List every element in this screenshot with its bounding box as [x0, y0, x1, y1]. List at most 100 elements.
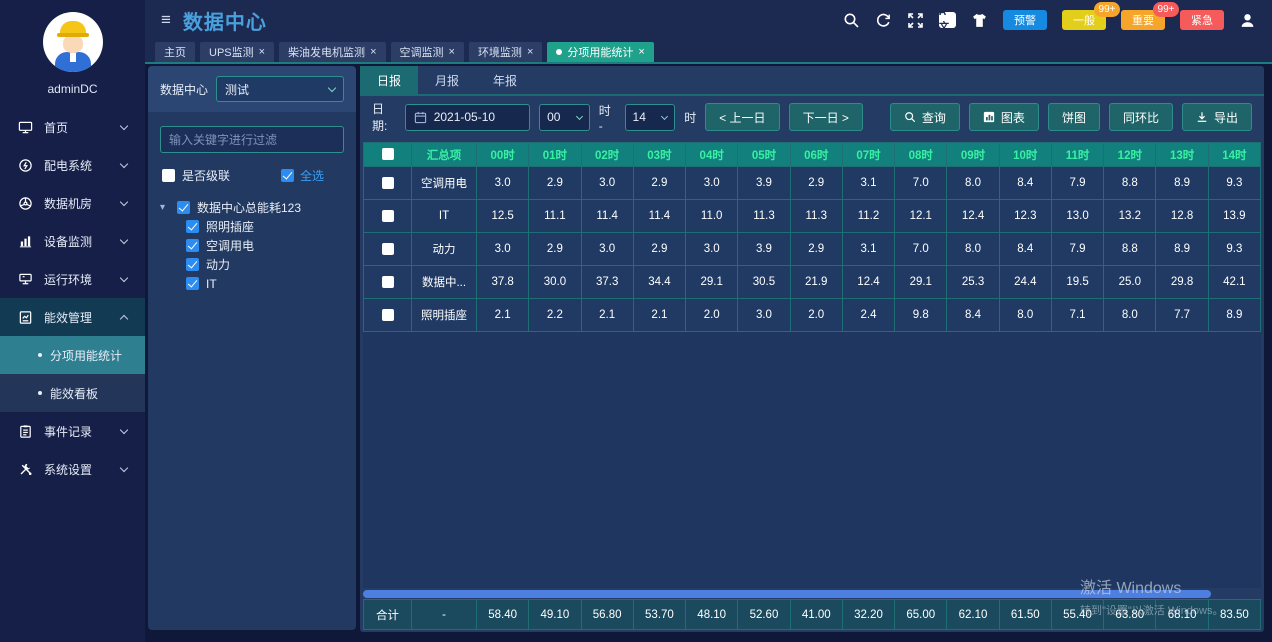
row-checkbox[interactable] [382, 177, 394, 189]
horizontal-scrollbar[interactable] [363, 590, 1211, 598]
refresh-icon[interactable] [875, 12, 892, 29]
close-icon[interactable]: × [370, 46, 376, 58]
hour-to-select[interactable]: 14 [625, 104, 676, 131]
query-button[interactable]: 查询 [890, 103, 960, 131]
select-all-label[interactable]: 全选 [300, 167, 324, 184]
sidebar-item-energy-management[interactable]: 能效管理 [0, 298, 145, 336]
tree-checkbox[interactable] [186, 258, 199, 271]
total-value-cell: 65.00 [895, 600, 947, 630]
value-cell: 19.5 [1051, 266, 1103, 299]
total-value-cell: 61.50 [999, 600, 1051, 630]
tree-node-dynamics[interactable]: 动力 [160, 255, 356, 274]
energy-tree: ▾ 数据中心总能耗123 照明插座 空调用电 动力 IT [160, 198, 356, 293]
tree-node-lighting[interactable]: 照明插座 [160, 217, 356, 236]
value-cell: 29.1 [686, 266, 738, 299]
alert-button-important[interactable]: 重要 99+ [1121, 10, 1165, 30]
sidebar-item-event-log[interactable]: 事件记录 [0, 412, 145, 450]
row-checkbox[interactable] [382, 276, 394, 288]
prev-day-button[interactable]: < 上一日 [705, 103, 779, 131]
caret-down-icon[interactable]: ▾ [160, 202, 170, 213]
alert-button-urgent[interactable]: 紧急 [1180, 10, 1224, 30]
sidebar-item-data-room[interactable]: 数据机房 [0, 184, 145, 222]
search-icon[interactable] [843, 12, 860, 29]
tab-env-monitor[interactable]: 环境监测× [469, 42, 542, 62]
value-cell: 8.9 [1156, 167, 1208, 200]
tab-yearly-report[interactable]: 年报 [476, 66, 534, 94]
value-cell: 2.0 [790, 299, 842, 332]
value-cell: 12.5 [477, 200, 529, 233]
value-cell: 3.0 [477, 167, 529, 200]
select-all-rows-checkbox[interactable] [382, 148, 394, 160]
theme-shirt-icon[interactable] [971, 12, 988, 29]
chart-button[interactable]: 图表 [969, 103, 1039, 131]
next-day-button[interactable]: 下一日 > [789, 103, 863, 131]
alert-button-general[interactable]: 一般 99+ [1062, 10, 1106, 30]
value-cell: 42.1 [1208, 266, 1260, 299]
alert-button-warning[interactable]: 预警 [1003, 10, 1047, 30]
value-cell: 8.0 [999, 299, 1051, 332]
totals-table: 合计-58.4049.1056.8053.7048.1052.6041.0032… [363, 599, 1261, 630]
value-cell: 7.9 [1051, 167, 1103, 200]
value-cell: 8.4 [947, 299, 999, 332]
active-dot-icon [556, 49, 562, 55]
keyword-filter-input[interactable] [160, 126, 344, 153]
row-checkbox[interactable] [382, 243, 394, 255]
chevron-down-icon [120, 160, 128, 168]
user-avatar[interactable] [43, 12, 103, 72]
tab-monthly-report[interactable]: 月报 [418, 66, 476, 94]
tree-checkbox[interactable] [186, 239, 199, 252]
tab-energy-stats[interactable]: 分项用能统计× [547, 42, 653, 62]
tab-diesel-monitor[interactable]: 柴油发电机监测× [279, 42, 385, 62]
column-header-hour: 05时 [738, 143, 790, 167]
language-icon[interactable]: A文 [939, 12, 956, 28]
tab-daily-report[interactable]: 日报 [360, 66, 418, 94]
hamburger-menu-icon[interactable]: ≡ [161, 10, 171, 30]
report-tab-bar: 日报 月报 年报 [360, 66, 1264, 96]
row-checkbox[interactable] [382, 309, 394, 321]
pie-chart-button[interactable]: 饼图 [1048, 103, 1100, 131]
sidebar-subitem-energy-board[interactable]: 能效看板 [0, 374, 145, 412]
value-cell: 7.9 [1051, 233, 1103, 266]
close-icon[interactable]: × [638, 46, 644, 58]
sidebar: adminDC 首页 配电系统 数据机房 设备监测 运行环境 能效管理 分项用能… [0, 0, 145, 642]
badge-count: 99+ [1153, 2, 1179, 17]
total-value-cell: 62.10 [947, 600, 999, 630]
fullscreen-icon[interactable] [907, 12, 924, 29]
hour-from-select[interactable]: 00 [539, 104, 590, 131]
total-value-cell: 63.80 [1104, 600, 1156, 630]
close-icon[interactable]: × [259, 46, 265, 58]
sidebar-subitem-energy-stats[interactable]: 分项用能统计 [0, 336, 145, 374]
value-cell: 12.4 [947, 200, 999, 233]
row-checkbox-cell [364, 200, 412, 233]
tab-ac-monitor[interactable]: 空调监测× [391, 42, 464, 62]
tree-root-node[interactable]: ▾ 数据中心总能耗123 [160, 198, 356, 217]
cascade-checkbox[interactable] [162, 169, 175, 182]
sidebar-item-environment[interactable]: 运行环境 [0, 260, 145, 298]
tree-node-it[interactable]: IT [160, 274, 356, 293]
value-cell: 8.0 [947, 167, 999, 200]
row-label: 照明插座 [412, 299, 477, 332]
sidebar-item-home[interactable]: 首页 [0, 108, 145, 146]
sidebar-item-power-distribution[interactable]: 配电系统 [0, 146, 145, 184]
close-icon[interactable]: × [449, 46, 455, 58]
sidebar-item-device-monitor[interactable]: 设备监测 [0, 222, 145, 260]
tree-checkbox[interactable] [186, 220, 199, 233]
user-icon[interactable] [1239, 12, 1256, 29]
tree-checkbox[interactable] [186, 277, 199, 290]
close-icon[interactable]: × [527, 46, 533, 58]
tree-checkbox[interactable] [177, 201, 190, 214]
compare-button[interactable]: 同环比 [1109, 103, 1173, 131]
value-cell: 2.4 [842, 299, 894, 332]
total-value-cell: 41.00 [790, 600, 842, 630]
select-all-checkbox[interactable] [281, 169, 294, 182]
export-button[interactable]: 导出 [1182, 103, 1252, 131]
date-picker[interactable]: 2021-05-10 [405, 104, 530, 131]
total-label: 合计 [364, 600, 412, 630]
tab-ups-monitor[interactable]: UPS监测× [200, 42, 274, 62]
column-header-hour: 12时 [1104, 143, 1156, 167]
tree-node-ac[interactable]: 空调用电 [160, 236, 356, 255]
tab-home[interactable]: 主页 [155, 42, 195, 62]
sidebar-item-settings[interactable]: 系统设置 [0, 450, 145, 488]
row-checkbox[interactable] [382, 210, 394, 222]
datacenter-select[interactable]: 测试 [216, 76, 344, 102]
